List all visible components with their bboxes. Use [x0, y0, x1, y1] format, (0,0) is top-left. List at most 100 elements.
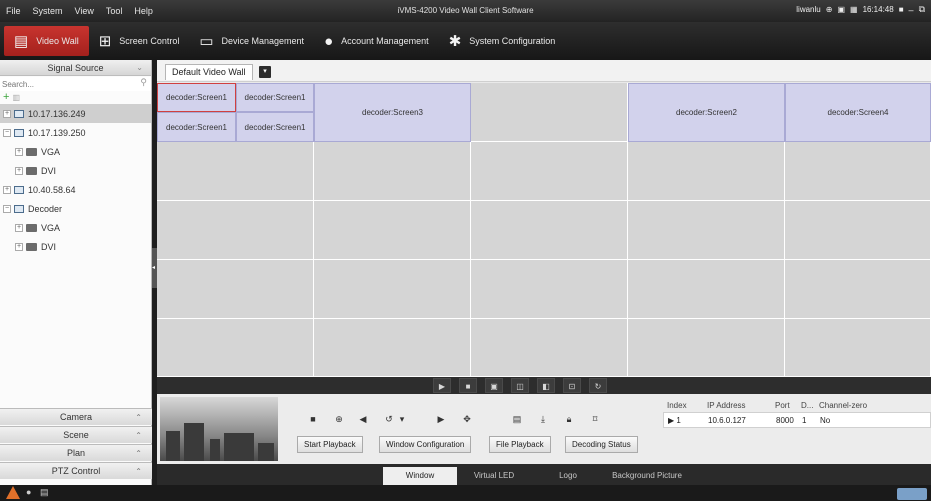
window-configuration-button[interactable]: Window Configuration: [379, 436, 472, 453]
tree-node-device[interactable]: + 10.17.136.249: [0, 104, 151, 123]
start-playback-button[interactable]: Start Playback: [297, 436, 363, 453]
refresh-icon[interactable]: ↻: [589, 378, 607, 393]
signal-source-header[interactable]: Signal Source ⌄: [0, 60, 151, 76]
menu-system[interactable]: System: [27, 6, 69, 16]
accordion-plan[interactable]: Plan ⌃: [0, 444, 152, 461]
wall-cell[interactable]: [314, 142, 471, 201]
file-playback-button[interactable]: File Playback: [489, 436, 551, 453]
add-icon[interactable]: + ▥: [0, 92, 151, 104]
wall-cell[interactable]: [628, 142, 785, 201]
record-icon[interactable]: ▶: [433, 412, 449, 426]
table-row[interactable]: ▶ 1 10.6.0.127 8000 1 No: [663, 412, 931, 428]
module-account-management[interactable]: ● Account Management: [314, 26, 439, 56]
stop-icon[interactable]: ■: [305, 412, 321, 426]
wall-cell[interactable]: [628, 319, 785, 377]
volume-icon[interactable]: ◀: [355, 412, 371, 426]
wall-cell[interactable]: [471, 201, 628, 260]
expand-window-icon[interactable]: ⌑: [587, 412, 603, 426]
zoom-icon[interactable]: ⊕: [331, 412, 347, 426]
module-system-configuration[interactable]: ✱ System Configuration: [439, 26, 566, 56]
tree-node-device[interactable]: − 10.17.139.250: [0, 123, 151, 142]
wall-cell[interactable]: [785, 260, 931, 319]
wall-window-screen2[interactable]: decoder:Screen2: [628, 83, 785, 142]
tree-node-device[interactable]: + 10.40.58.64: [0, 180, 151, 199]
wall-cell[interactable]: [628, 201, 785, 260]
wall-cell[interactable]: [314, 319, 471, 377]
wall-cell[interactable]: [157, 201, 314, 260]
wall-window-screen1[interactable]: decoder:Screen1: [157, 112, 236, 142]
wall-cell[interactable]: [471, 319, 628, 377]
accordion-scene[interactable]: Scene ⌃: [0, 426, 152, 443]
decoding-status-button[interactable]: Decoding Status: [565, 436, 638, 453]
stop-icon[interactable]: ■: [459, 378, 477, 393]
chevron-down-icon[interactable]: ▾: [397, 412, 407, 426]
person-icon[interactable]: ●: [26, 487, 31, 497]
wall-window-screen4[interactable]: decoder:Screen4: [785, 83, 931, 142]
menu-view[interactable]: View: [69, 6, 100, 16]
search-input[interactable]: [0, 77, 151, 91]
status-indicator-icon[interactable]: [897, 488, 927, 500]
wall-cell[interactable]: [157, 142, 314, 201]
tree-node-folder[interactable]: + DVI: [0, 237, 151, 256]
expand-icon[interactable]: +: [3, 109, 11, 118]
download-icon[interactable]: ⤓: [535, 412, 551, 426]
wall-cell[interactable]: [314, 260, 471, 319]
expand-icon[interactable]: +: [15, 166, 23, 175]
ptz-icon[interactable]: ✥: [459, 412, 475, 426]
wall-cell[interactable]: [314, 201, 471, 260]
globe-icon[interactable]: ⊕: [826, 5, 833, 14]
tab-window[interactable]: Window: [383, 467, 457, 485]
module-video-wall[interactable]: ▤ Video Wall: [4, 26, 89, 56]
menu-tool[interactable]: Tool: [100, 6, 129, 16]
expand-icon[interactable]: +: [15, 147, 23, 156]
wall-cell[interactable]: [785, 201, 931, 260]
lock-icon[interactable]: ■: [899, 5, 904, 14]
wall-cell[interactable]: [471, 260, 628, 319]
wall-window-screen1[interactable]: decoder:Screen1: [236, 83, 314, 112]
play-icon[interactable]: ▶: [433, 378, 451, 393]
alarm-icon[interactable]: [6, 486, 20, 499]
wall-window-screen1[interactable]: decoder:Screen1: [157, 83, 236, 112]
expand-icon[interactable]: +: [15, 223, 23, 232]
column-header[interactable]: Port: [775, 401, 801, 410]
column-header[interactable]: Index: [663, 401, 707, 410]
collapse-icon[interactable]: −: [3, 204, 11, 213]
fullscreen-icon[interactable]: ⊡: [563, 378, 581, 393]
tree-node-device[interactable]: − Decoder: [0, 199, 151, 218]
column-header[interactable]: IP Address: [707, 401, 775, 410]
wall-cell[interactable]: [471, 83, 628, 142]
tab-virtual-led[interactable]: Virtual LED: [457, 467, 531, 485]
dropdown-icon[interactable]: ▾: [259, 66, 271, 78]
notes-icon[interactable]: ▤: [40, 487, 49, 498]
video-preview[interactable]: [160, 397, 278, 461]
wall-window-screen3[interactable]: decoder:Screen3: [314, 83, 471, 142]
monitor-icon[interactable]: ▣: [837, 5, 845, 14]
wall-cell[interactable]: [785, 142, 931, 201]
minimize-button[interactable]: –: [909, 5, 914, 15]
wall-window-screen1[interactable]: decoder:Screen1: [236, 112, 314, 142]
tab-background-picture[interactable]: Background Picture: [605, 467, 689, 485]
menu-help[interactable]: Help: [128, 6, 159, 16]
menu-file[interactable]: File: [0, 6, 27, 16]
wall-cell[interactable]: [471, 142, 628, 201]
restore-button[interactable]: ⧉: [919, 4, 925, 15]
search-icon[interactable]: ⚲: [140, 77, 147, 88]
wall-cell[interactable]: [785, 319, 931, 377]
tab-default-video-wall[interactable]: Default Video Wall: [165, 64, 253, 80]
collapse-icon[interactable]: −: [3, 128, 11, 137]
module-device-management[interactable]: ▭ Device Management: [189, 26, 314, 56]
column-header[interactable]: Channel-zero: [819, 401, 899, 410]
split-icon[interactable]: ◫: [511, 378, 529, 393]
tree-node-folder[interactable]: + VGA: [0, 142, 151, 161]
lock-icon[interactable]: 🔒︎: [561, 412, 577, 426]
wall-cell[interactable]: [628, 260, 785, 319]
wall-cell[interactable]: [157, 260, 314, 319]
column-header[interactable]: D...: [801, 401, 819, 410]
expand-icon[interactable]: +: [15, 242, 23, 251]
tree-node-folder[interactable]: + VGA: [0, 218, 151, 237]
rotate-icon[interactable]: ↺: [381, 412, 397, 426]
tree-node-folder[interactable]: + DVI: [0, 161, 151, 180]
accordion-ptz-control[interactable]: PTZ Control ⌃: [0, 462, 152, 479]
accordion-camera[interactable]: Camera ⌃: [0, 408, 152, 425]
chevron-down-icon[interactable]: ⌄: [136, 60, 143, 76]
